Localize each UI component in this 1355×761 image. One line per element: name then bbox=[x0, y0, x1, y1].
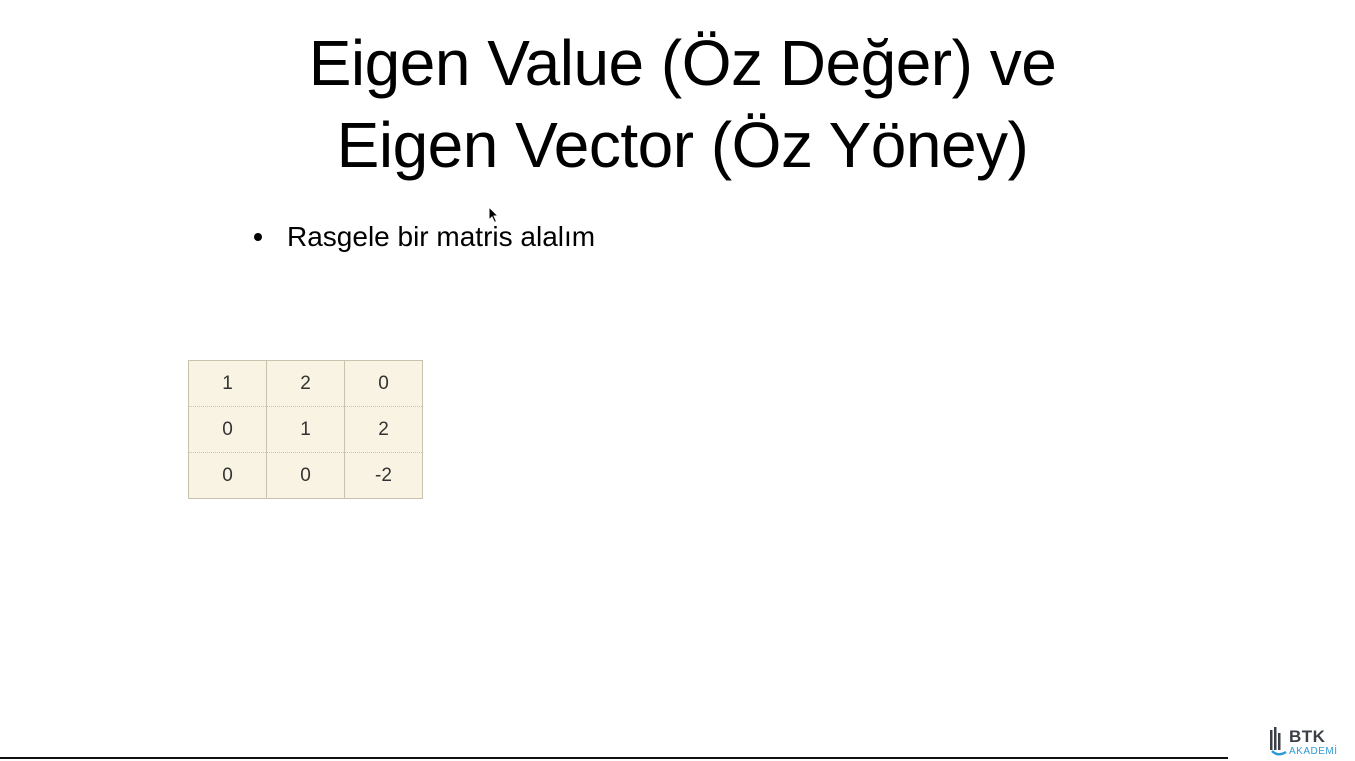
slide: Eigen Value (Öz Değer) ve Eigen Vector (… bbox=[0, 0, 1355, 761]
slide-title: Eigen Value (Öz Değer) ve Eigen Vector (… bbox=[0, 22, 1355, 186]
bottom-divider bbox=[0, 757, 1228, 759]
btk-akademi-logo: BTK AKADEMİ bbox=[1268, 726, 1350, 760]
mouse-pointer-icon bbox=[488, 206, 500, 224]
matrix-cell: 0 bbox=[188, 452, 267, 499]
title-line-1: Eigen Value (Öz Değer) ve bbox=[308, 27, 1057, 99]
logo-btk-text: BTK bbox=[1289, 727, 1326, 746]
matrix-cell: 1 bbox=[222, 372, 233, 394]
matrix-row: 0 1 2 bbox=[188, 406, 423, 453]
matrix-table: 1 2 0 0 1 2 0 0 -2 bbox=[188, 360, 423, 499]
title-line-2: Eigen Vector (Öz Yöney) bbox=[336, 109, 1029, 181]
matrix-cell: -2 bbox=[344, 452, 423, 499]
matrix-cell: 0 bbox=[266, 452, 345, 499]
matrix-cell: 1 bbox=[266, 406, 345, 453]
bullet-dot-icon bbox=[254, 233, 262, 241]
btk-logo-mark-icon bbox=[1270, 727, 1287, 756]
matrix-cell: 0 bbox=[344, 360, 423, 407]
matrix-cell: 0 bbox=[188, 406, 267, 453]
matrix-cell: 2 bbox=[344, 406, 423, 453]
matrix-cell: 2 bbox=[266, 360, 345, 407]
matrix-row: 1 2 0 bbox=[189, 360, 423, 407]
bullet-item: Rasgele bir matris alalım bbox=[250, 219, 595, 255]
matrix-row: 0 0 -2 bbox=[188, 452, 423, 499]
logo-akademi-text: AKADEMİ bbox=[1289, 746, 1338, 757]
bullet-text: Rasgele bir matris alalım bbox=[287, 221, 596, 252]
